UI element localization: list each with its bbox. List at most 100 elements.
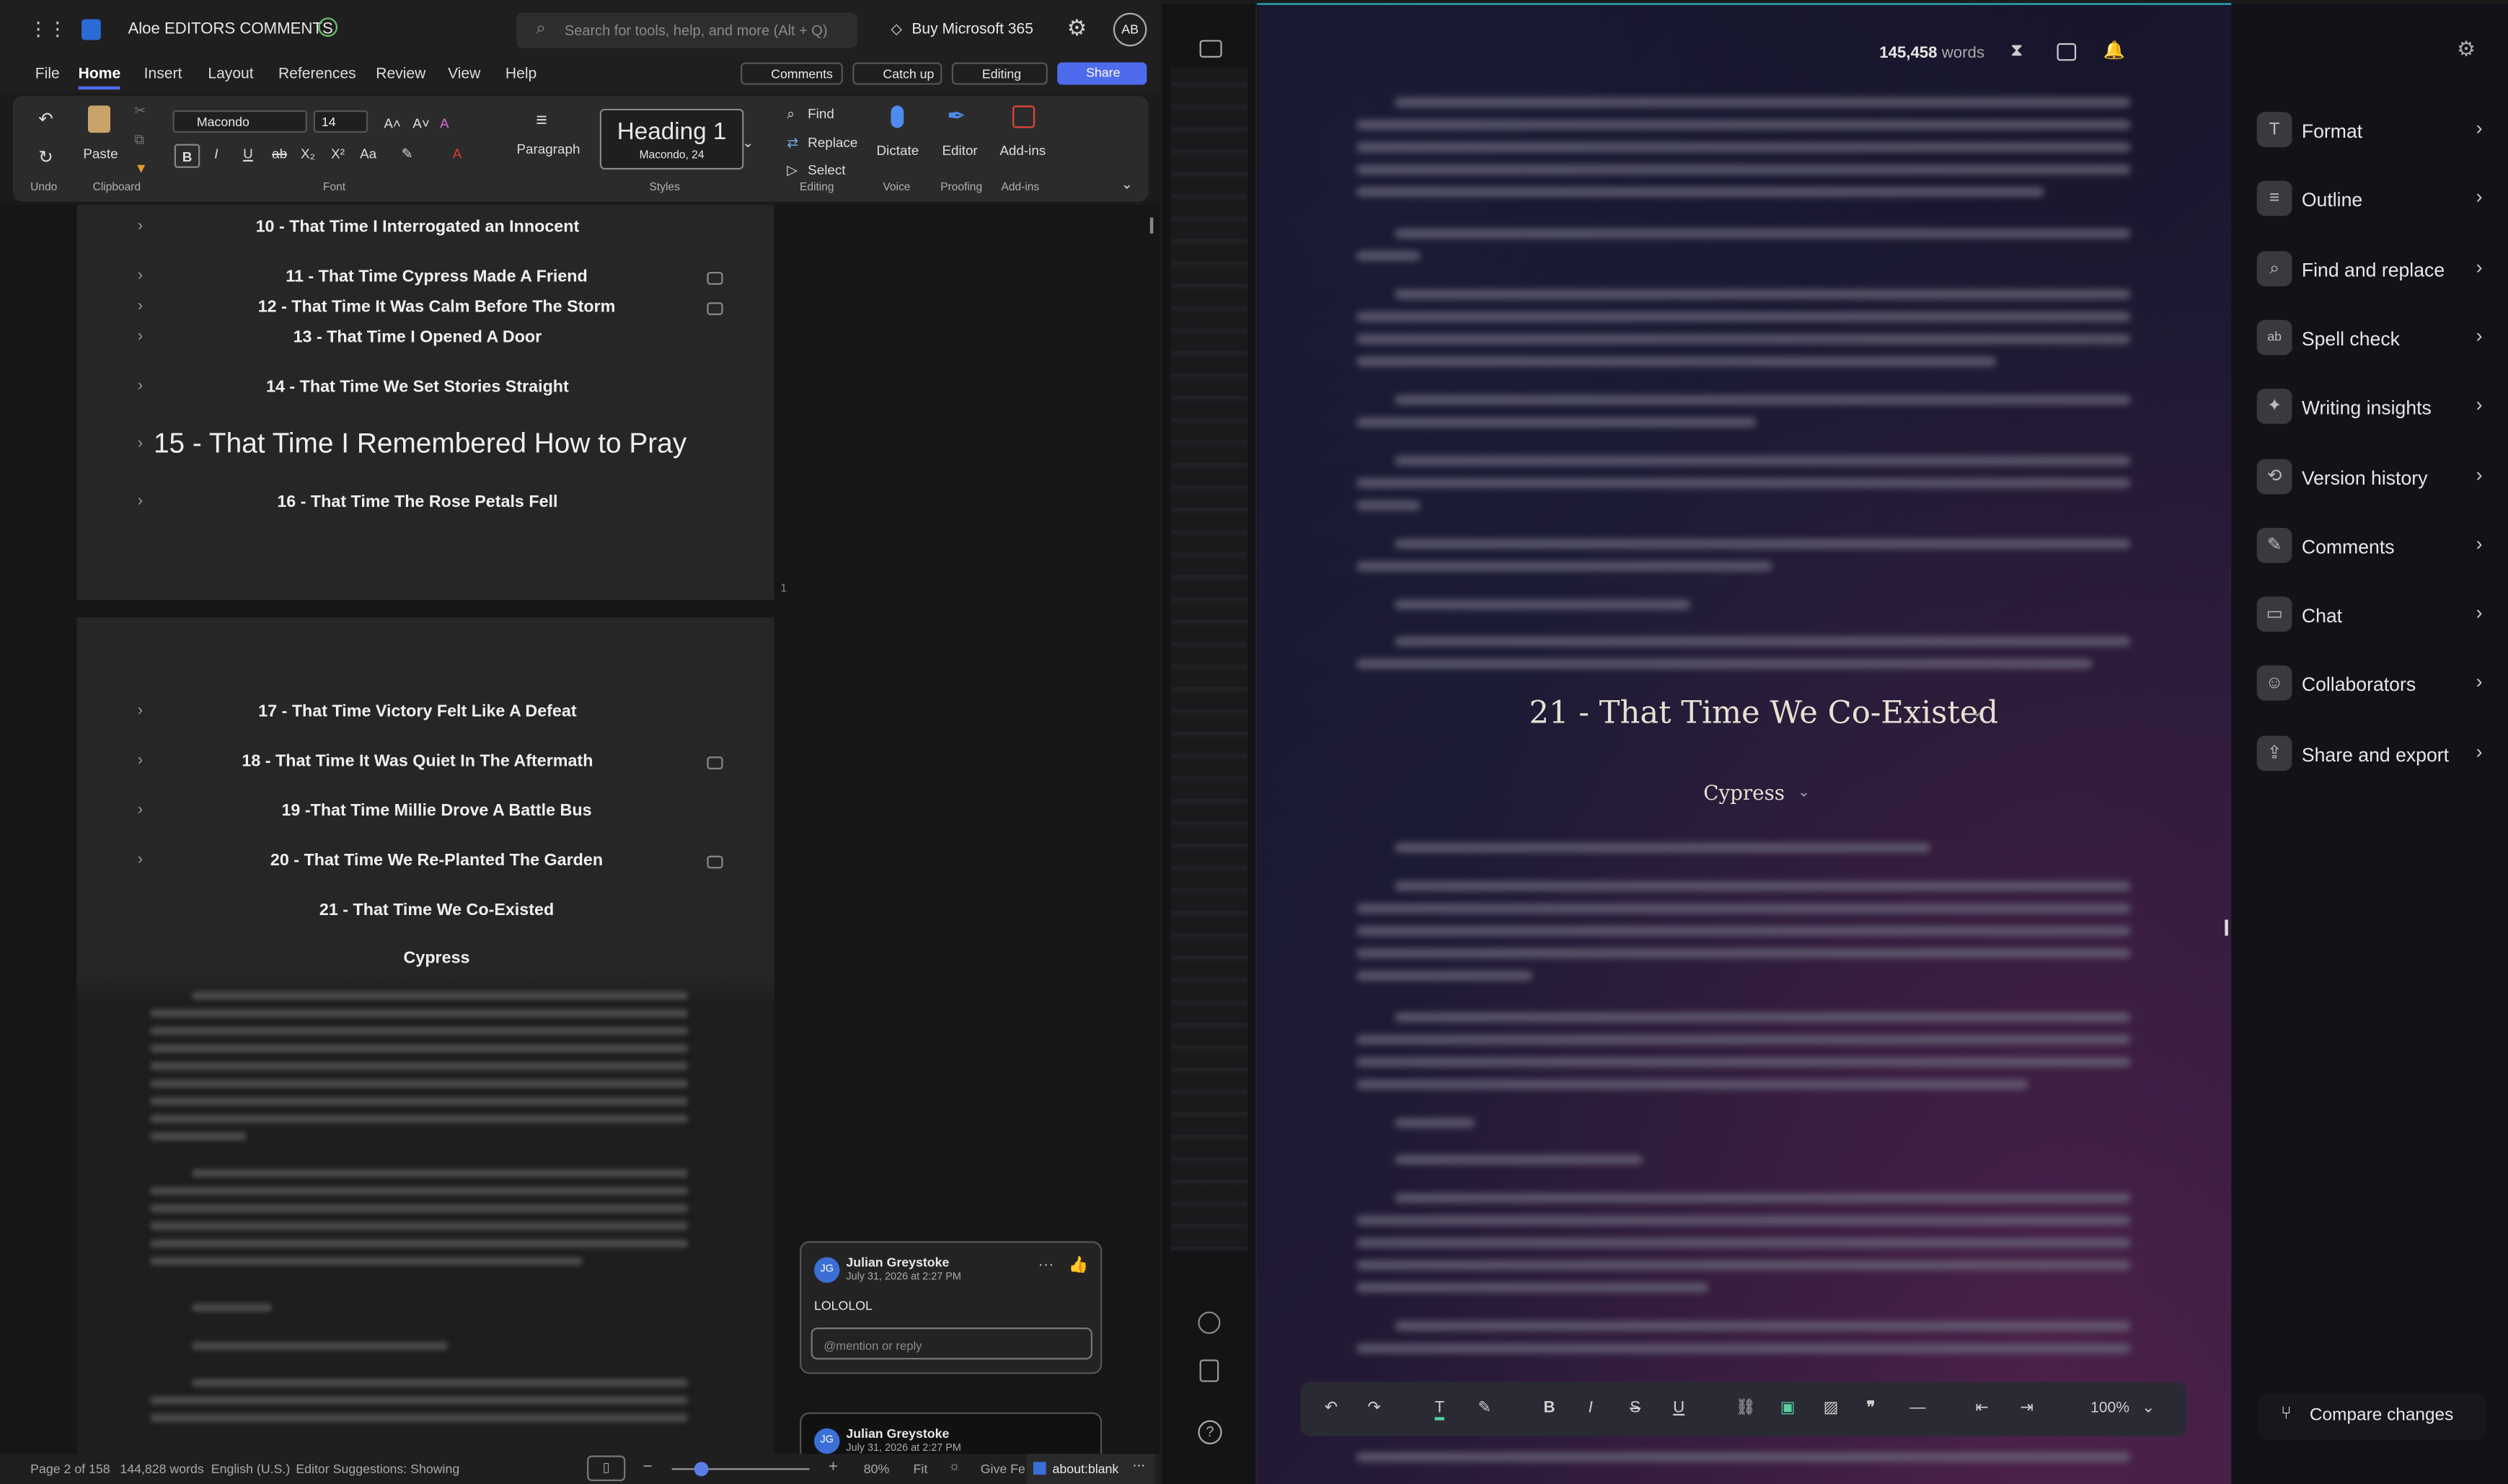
zoom-in-icon[interactable]: + (829, 1459, 838, 1476)
menu-home[interactable]: Home (78, 66, 121, 90)
collapse-chevron-icon[interactable]: › (138, 267, 143, 284)
notes-icon[interactable] (2057, 43, 2077, 61)
paragraph-icon[interactable]: ≡ (536, 109, 547, 131)
heading-21[interactable]: 21 - That Time We Co-Existed (176, 901, 697, 920)
find-icon[interactable]: ⌕ (787, 105, 795, 123)
paste-icon[interactable] (87, 105, 111, 133)
heading-10[interactable]: 10 - That Time I Interrogated an Innocen… (156, 218, 678, 237)
comment-more-icon[interactable]: ⋯ (1038, 1257, 1054, 1274)
collapse-chevron-icon[interactable]: › (138, 328, 143, 345)
like-icon[interactable]: 👍 (1069, 1257, 1089, 1274)
menu-layout[interactable]: Layout (208, 66, 253, 83)
editor-suggestions[interactable]: Editor Suggestions: Showing (296, 1462, 459, 1476)
collapse-chevron-icon[interactable]: › (138, 218, 143, 235)
select-icon[interactable]: ▷ (787, 162, 798, 179)
heading-15[interactable]: 15 - That Time I Remembered How to Pray (154, 427, 686, 461)
dictate-button[interactable]: Dictate (877, 142, 919, 158)
subheading-cypress[interactable]: Cypress (176, 948, 697, 968)
collapse-chevron-icon[interactable]: › (138, 702, 143, 720)
clear-format-icon[interactable]: A (440, 115, 449, 131)
heading-13[interactable]: 13 - That Time I Opened A Door (156, 328, 678, 348)
select-button[interactable]: Select (808, 162, 845, 177)
undo-icon[interactable]: ↶ (1325, 1400, 1338, 1417)
zoom-select[interactable]: 100% (2090, 1400, 2129, 1417)
font-size-select[interactable]: 14 (313, 110, 368, 133)
bold-icon[interactable]: B (1543, 1400, 1555, 1417)
outdent-icon[interactable]: ⇤ (1975, 1400, 1989, 1417)
heading-12[interactable]: 12 - That Time It Was Calm Before The St… (176, 298, 697, 317)
tab-more-icon[interactable]: ⋯ (1132, 1459, 1145, 1473)
copy-icon[interactable]: ⧉ (134, 131, 143, 149)
text-style-icon[interactable]: T (1434, 1400, 1445, 1421)
heading-16[interactable]: 16 - That Time The Rose Petals Fell (156, 493, 678, 512)
add-ins-button[interactable]: Add-ins (999, 142, 1046, 158)
menu-file[interactable]: File (35, 66, 60, 83)
highlight-button[interactable]: ✎ (402, 146, 413, 163)
comment-card[interactable]: JG Julian Greystoke July 31, 2026 at 2:2… (800, 1241, 1103, 1374)
collapse-chevron-icon[interactable]: › (138, 801, 143, 818)
comment-marker-icon[interactable] (707, 855, 723, 869)
sidebar-item-collaborators[interactable]: ☺ Collaborators › (2256, 665, 2489, 701)
superscript-button[interactable]: X² (331, 146, 345, 162)
sidebar-item-format[interactable]: T Format › (2256, 112, 2489, 148)
chapter-title[interactable]: 21 - That Time We Co-Existed (1529, 694, 1999, 731)
language[interactable]: English (U.S.) (211, 1462, 290, 1476)
redo-icon[interactable]: ↷ (1367, 1400, 1381, 1417)
cloud-icon[interactable] (1198, 1311, 1221, 1334)
heading-19[interactable]: 19 -That Time Millie Drove A Battle Bus (176, 801, 697, 821)
sidebar-item-share-export[interactable]: ⇪ Share and export › (2256, 736, 2489, 772)
add-ins-grid-icon[interactable] (1012, 105, 1036, 128)
comment-marker-icon[interactable] (707, 272, 723, 285)
replace-button[interactable]: Replace (808, 134, 857, 150)
highlighter-icon[interactable]: ✎ (1478, 1400, 1492, 1417)
font-color-button[interactable]: A (453, 146, 462, 162)
sidebar-item-version-history[interactable]: ⟲ Version history › (2256, 459, 2489, 495)
zoom-dropdown-icon[interactable]: ⌄ (2142, 1400, 2155, 1417)
sidebar-item-spell-check[interactable]: ab Spell check › (2256, 319, 2489, 355)
editor-pen-icon[interactable]: ✒ (947, 102, 966, 130)
subtitle-dropdown-icon[interactable]: ⌄ (1798, 784, 1810, 801)
comment-marker-icon[interactable] (707, 756, 723, 769)
chapter-title-dropdown-icon[interactable]: ⌄ (1971, 704, 1984, 721)
zoom-out-icon[interactable]: − (643, 1459, 653, 1476)
paint-roller-icon[interactable] (1199, 1359, 1219, 1382)
menu-insert[interactable]: Insert (144, 66, 182, 83)
heading-18[interactable]: 18 - That Time It Was Quiet In The After… (156, 752, 678, 772)
feedback-link[interactable]: Give Fe (981, 1462, 1025, 1476)
hourglass-icon[interactable]: ⧗ (2010, 42, 2023, 63)
font-name-select[interactable]: Macondo (172, 110, 307, 133)
editing-mode-button[interactable]: Editing (951, 62, 1048, 85)
replace-icon[interactable]: ⇄ (787, 134, 798, 151)
editor-button[interactable]: Editor (942, 142, 977, 158)
change-case-button[interactable]: Aa (360, 146, 376, 162)
style-gallery[interactable]: Heading 1 Macondo, 24 (599, 108, 744, 170)
menu-references[interactable]: References (278, 66, 356, 83)
undo-icon[interactable]: ↶ (38, 109, 53, 130)
shrink-font-icon[interactable]: A˅ (412, 115, 430, 131)
browser-tab[interactable]: about:blank ⋯ (1027, 1454, 1155, 1484)
scrollbar[interactable] (1149, 217, 1154, 234)
avatar[interactable]: AB (1113, 12, 1147, 47)
ribbon-collapse-icon[interactable]: ⌄ (1121, 176, 1133, 193)
heading-11[interactable]: 11 - That Time Cypress Made A Friend (176, 267, 697, 286)
grow-font-icon[interactable]: A˄ (384, 115, 401, 131)
paragraph-label[interactable]: Paragraph (516, 141, 580, 156)
divider-icon[interactable]: — (1909, 1400, 1925, 1417)
fit-button[interactable]: Fit (914, 1462, 928, 1476)
heading-17[interactable]: 17 - That Time Victory Felt Like A Defea… (156, 702, 678, 722)
reply-input[interactable]: @mention or reply (811, 1328, 1092, 1360)
buy-microsoft-365-link[interactable]: Buy Microsoft 365 (911, 21, 1033, 38)
collapse-chevron-icon[interactable]: › (138, 377, 143, 394)
bold-button[interactable]: B (174, 143, 200, 168)
strikethrough-button[interactable]: ab (272, 146, 287, 162)
comment-card-2[interactable]: JG Julian Greystoke July 31, 2026 at 2:2… (800, 1412, 1103, 1454)
italic-button[interactable]: I (214, 146, 218, 162)
zoom-level[interactable]: 80% (864, 1462, 890, 1476)
zoom-slider-thumb[interactable] (694, 1462, 709, 1477)
search-box[interactable]: ⌕ Search for tools, help, and more (Alt … (516, 12, 857, 48)
collapse-chevron-icon[interactable]: › (138, 493, 143, 510)
redo-icon[interactable]: ↻ (38, 147, 53, 168)
help-icon[interactable]: ? (1198, 1420, 1222, 1444)
compare-changes-button[interactable]: ⑂ Compare changes (2258, 1392, 2486, 1440)
view-mode-icon[interactable]: ▯ (587, 1455, 626, 1481)
